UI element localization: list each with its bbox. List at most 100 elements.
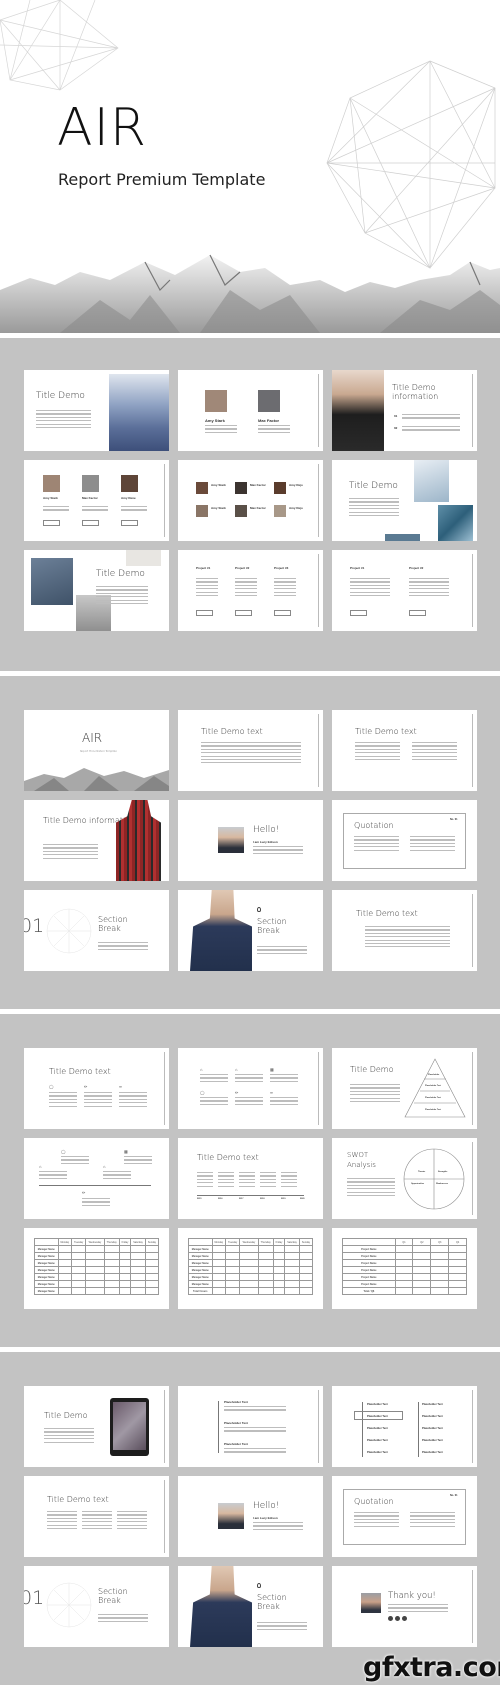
read-more-button[interactable] xyxy=(121,520,138,526)
year-label: 2015 xyxy=(197,1198,202,1200)
body-text xyxy=(103,1171,131,1181)
section-number: 01 xyxy=(24,915,45,937)
slide-section-break[interactable]: 01 Section Break xyxy=(24,1566,169,1647)
slide-title: Title Demo xyxy=(350,1065,394,1074)
table-cell xyxy=(144,1252,160,1260)
slide-projects-2[interactable]: Project #1 Project #2 xyxy=(332,550,477,631)
slide-text-1col[interactable]: Title Demo text xyxy=(178,710,323,791)
slide-section-break-photo[interactable]: Section Break xyxy=(178,890,323,971)
body-text xyxy=(49,1092,77,1109)
slide-title: Thank you! xyxy=(388,1591,436,1601)
slide-icons-6[interactable]: ⌂ ⌂ ▦ ◯ ✏ ∞ xyxy=(178,1048,323,1129)
avatar xyxy=(218,827,244,853)
read-more-button[interactable] xyxy=(196,610,213,616)
read-more-button[interactable] xyxy=(409,610,426,616)
slide-title-image[interactable]: Title Demo xyxy=(24,370,169,451)
table-cell xyxy=(412,1287,432,1295)
slide-subtitle: Report Presentation Template xyxy=(80,750,117,753)
avatar xyxy=(218,1503,244,1529)
read-more-button[interactable] xyxy=(274,610,291,616)
read-more-button[interactable] xyxy=(350,610,367,616)
slide-text-3col[interactable]: Title Demo text xyxy=(24,1476,169,1557)
slide-hello[interactable]: Hello! I am Lucy Edison xyxy=(178,800,323,881)
slide-team-2[interactable]: Amy Stark Max Factor xyxy=(178,370,323,451)
table-cell xyxy=(71,1273,87,1281)
swot-strengths-label: Strengths xyxy=(438,1171,448,1173)
read-more-button[interactable] xyxy=(235,610,252,616)
timeline-item-title: Placeholder Text xyxy=(422,1403,443,1406)
slide-quarter-table[interactable]: Q1 Q2 Q3 Q4 Project Name Project Name Project … xyxy=(332,1228,477,1309)
slide-quotation[interactable]: Quotation No. 01 xyxy=(332,800,477,881)
slide-quotation[interactable]: Quotation No. 01 xyxy=(332,1476,477,1557)
slide-title-images-right[interactable]: Title Demo xyxy=(332,460,477,541)
social-icon-2[interactable] xyxy=(395,1616,400,1621)
slide-tablet[interactable]: Title Demo xyxy=(24,1386,169,1467)
slide-section-break[interactable]: 01 Section Break xyxy=(24,890,169,971)
slide-text-block[interactable]: Title Demo text xyxy=(332,890,477,971)
year-label: 2016 xyxy=(218,1198,223,1200)
side-rail xyxy=(472,714,473,787)
slide-grid-2[interactable]: AIR Report Presentation Template Title D… xyxy=(24,710,477,971)
pyramid-level-label: Placeholder Text xyxy=(425,1109,441,1111)
swot-weaknesses-label: Weaknesses xyxy=(436,1183,448,1185)
read-more-button[interactable] xyxy=(82,520,99,526)
slide-section-break-photo[interactable]: Section Break xyxy=(178,1566,323,1647)
year-label: 2019 xyxy=(281,1198,286,1200)
home-icon: ⌂ xyxy=(39,1164,42,1169)
table-cell xyxy=(57,1252,73,1260)
read-more-button[interactable] xyxy=(43,520,60,526)
table-row: Project Name xyxy=(342,1266,467,1274)
column-header: Friday xyxy=(118,1238,132,1246)
page-number: No. 01 xyxy=(450,1494,458,1497)
table-cell xyxy=(130,1259,146,1267)
body-text-col3 xyxy=(117,1511,147,1531)
slide-cover-mini[interactable]: AIR Report Presentation Template xyxy=(24,710,169,791)
slide-title-info-photo[interactable]: Title Demo information 01 02 xyxy=(332,370,477,451)
table-cell xyxy=(239,1280,259,1288)
slide-schedule-table[interactable]: Monday Tuesday Wednesday Thursday Friday Satu… xyxy=(24,1228,169,1309)
table-cell xyxy=(225,1259,241,1267)
person-name: Amy Stark xyxy=(43,496,58,500)
body-text xyxy=(201,742,301,766)
table-cell: Manager Name xyxy=(34,1259,59,1267)
slide-timeline-icons[interactable]: ⌂ ◯ ✏ ⌂ ▦ xyxy=(24,1138,169,1219)
project-title: Project #3 xyxy=(274,566,289,570)
geometric-web-right xyxy=(326,60,496,269)
body-text-col1 xyxy=(354,836,399,853)
slide-title-info-person[interactable]: Title Demo information xyxy=(24,800,169,881)
section-divider xyxy=(0,671,500,676)
project-title: Project #1 xyxy=(350,566,365,570)
year-label: 2018 xyxy=(260,1198,265,1200)
slide-title-images-left[interactable]: Title Demo xyxy=(24,550,169,631)
slide-pyramid[interactable]: Title Demo Placeholder Placeholder Text … xyxy=(332,1048,477,1129)
slide-number-table[interactable]: Monday Tuesday Wednesday Thursday Friday Satu… xyxy=(178,1228,323,1309)
body-text xyxy=(200,1097,228,1107)
social-icon-1[interactable] xyxy=(388,1616,393,1621)
body-text-col2 xyxy=(412,742,457,762)
slide-vertical-timeline[interactable]: Placeholder Text Placeholder Text Placeh… xyxy=(178,1386,323,1467)
table-cell xyxy=(284,1273,300,1281)
slide-title: Title Demo xyxy=(36,391,85,401)
table-cell xyxy=(394,1287,414,1295)
slide-text-2col[interactable]: Title Demo text xyxy=(332,710,477,791)
side-rail xyxy=(472,894,473,967)
table-cell xyxy=(130,1287,146,1295)
timeline-item-title: Placeholder Text xyxy=(367,1403,388,1406)
table-row: Manager Name xyxy=(188,1245,314,1253)
slide-hello[interactable]: Hello! I am Lucy Edison xyxy=(178,1476,323,1557)
slide-vertical-timeline-2col[interactable]: Placeholder Text Placeholder Text Placeh… xyxy=(332,1386,477,1467)
slide-timeline-years[interactable]: Title Demo text 2015 2016 2017 2018 2019… xyxy=(178,1138,323,1219)
table-row: Manager Name xyxy=(34,1252,160,1260)
social-icon-3[interactable] xyxy=(402,1616,407,1621)
slide-team-6[interactable]: Amy Stark Max Factor Amy Rejo Amy Stark … xyxy=(178,460,323,541)
table-cell xyxy=(257,1280,274,1288)
slide-swot[interactable]: SWOT Analysis Threats Strengths Opportun… xyxy=(332,1138,477,1219)
table-cell xyxy=(298,1287,314,1295)
table-cell xyxy=(118,1273,132,1281)
table-header-row: Monday Tuesday Wednesday Thursday Friday Satu… xyxy=(188,1238,314,1246)
slide-thank-you[interactable]: Thank you! xyxy=(332,1566,477,1647)
slide-projects-3[interactable]: Project #1 Project #2 Project #3 xyxy=(178,550,323,631)
slide-team-3[interactable]: Amy Stark Max Factor Amy Rene xyxy=(24,460,169,541)
slide-icons-3[interactable]: Title Demo text ◯ ✏ ∞ xyxy=(24,1048,169,1129)
table-cell xyxy=(71,1252,87,1260)
